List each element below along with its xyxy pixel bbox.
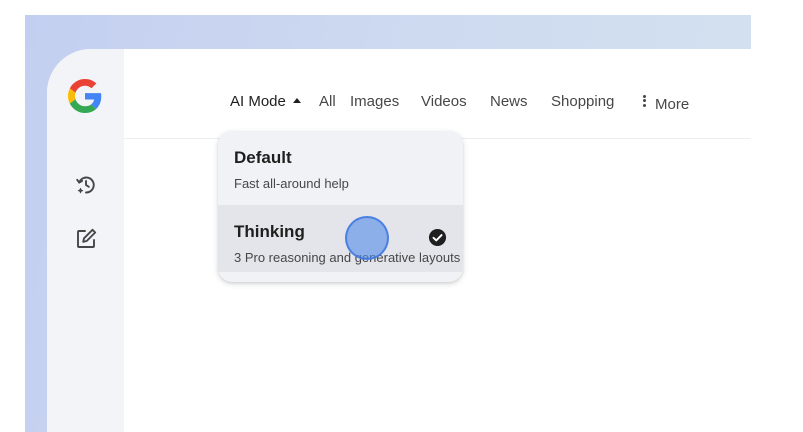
tab-label: Shopping xyxy=(551,93,615,110)
tab-news[interactable]: News xyxy=(490,93,528,111)
sidebar xyxy=(47,49,124,432)
history-button[interactable] xyxy=(73,174,99,200)
new-chat-icon xyxy=(74,227,98,256)
tab-label: All xyxy=(319,93,336,110)
option-description: Fast all-around help xyxy=(234,176,349,191)
more-vert-icon xyxy=(643,93,646,108)
mode-option-default[interactable]: Default Fast all-around help xyxy=(218,131,463,198)
tab-more[interactable]: More xyxy=(643,93,689,114)
new-chat-button[interactable] xyxy=(73,228,99,254)
search-tabs-bar: AI Mode All Images Videos News Shopping xyxy=(124,49,751,139)
google-logo-icon[interactable] xyxy=(68,79,102,113)
tab-all[interactable]: All xyxy=(319,93,336,111)
tab-label: Images xyxy=(350,93,400,110)
history-icon xyxy=(74,173,98,202)
tab-label: More xyxy=(655,96,690,113)
mode-dropdown-menu: Default Fast all-around help Thinking 3 … xyxy=(218,131,463,282)
tab-videos[interactable]: Videos xyxy=(421,93,467,111)
option-title: Thinking xyxy=(234,222,305,241)
tab-ai-mode[interactable]: AI Mode xyxy=(230,93,301,111)
tab-shopping[interactable]: Shopping xyxy=(551,93,614,111)
tab-label: Videos xyxy=(421,93,467,110)
tab-label: News xyxy=(490,93,528,110)
mode-option-thinking[interactable]: Thinking 3 Pro reasoning and generative … xyxy=(218,205,463,272)
caret-up-icon xyxy=(292,98,301,103)
option-description: 3 Pro reasoning and generative layouts xyxy=(234,250,461,265)
tab-label: AI Mode xyxy=(230,93,286,110)
tab-images[interactable]: Images xyxy=(350,93,399,111)
screen: AI Mode All Images Videos News Shopping xyxy=(0,0,803,432)
check-circle-icon xyxy=(428,228,447,247)
option-title: Default xyxy=(234,148,292,167)
